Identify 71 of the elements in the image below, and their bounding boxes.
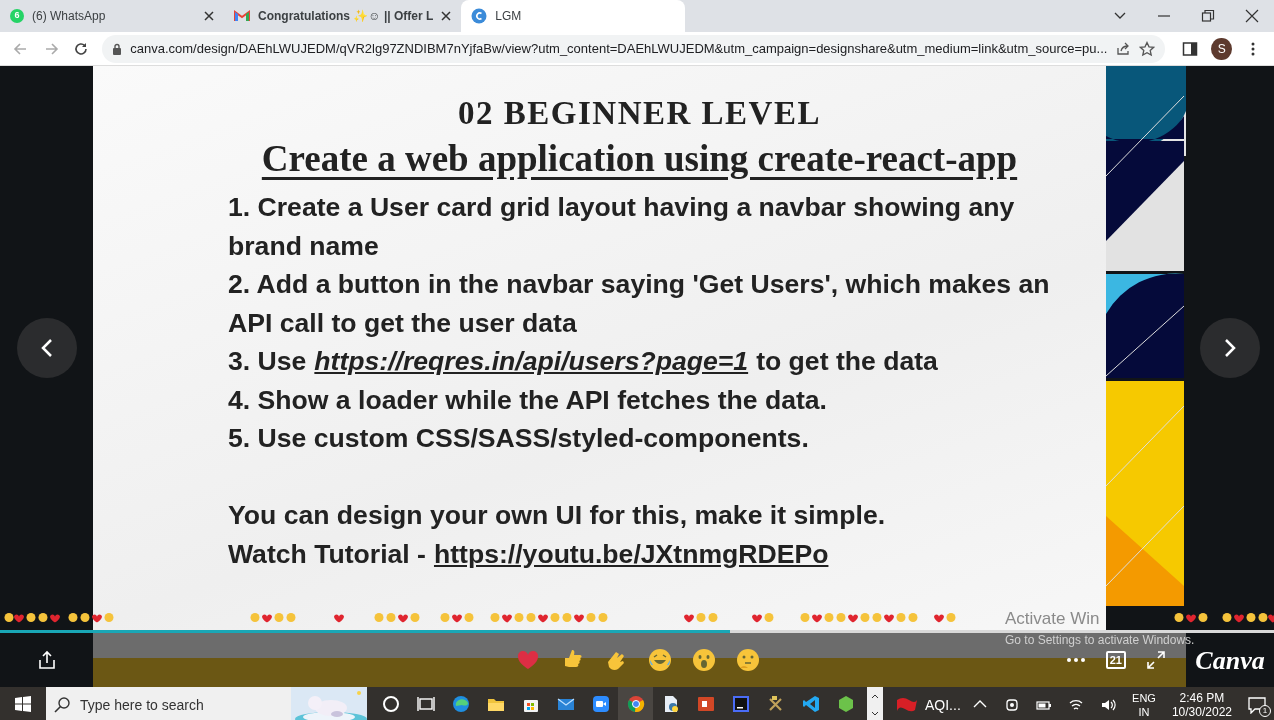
region-indicator[interactable]: IN xyxy=(1132,705,1156,719)
camera-icon[interactable] xyxy=(1004,697,1021,713)
chevron-down-icon xyxy=(871,711,879,716)
link[interactable]: https://youtu.be/JXtnmgRDEPo xyxy=(433,534,829,574)
list-item: 5. Use custom CSS/SASS/styled-components. xyxy=(228,422,810,456)
browser-tab[interactable]: LGM xyxy=(461,0,686,32)
share-icon[interactable] xyxy=(36,650,57,670)
windows-start-icon[interactable] xyxy=(15,696,31,712)
slide-title: Create a web application using create-react-app xyxy=(261,137,1018,181)
browser-icon[interactable] xyxy=(451,695,470,713)
flag-icon xyxy=(895,696,917,714)
tools-icon[interactable] xyxy=(766,695,785,713)
taskbar-scroll[interactable] xyxy=(867,687,883,720)
fullscreen-icon[interactable] xyxy=(1147,651,1165,669)
weather-text: AQI... xyxy=(925,695,961,715)
chat-icon: 6 xyxy=(10,9,24,23)
slides-icon[interactable] xyxy=(696,695,715,713)
close-icon[interactable] xyxy=(1245,9,1259,23)
browser-tab[interactable]: Congratulations ✨☺ || Offer L xyxy=(224,0,462,32)
more-icon[interactable] xyxy=(1066,658,1085,662)
reload-icon[interactable] xyxy=(73,40,90,57)
menu-icon[interactable] xyxy=(1250,40,1255,57)
search-icon xyxy=(54,697,70,713)
mail-icon xyxy=(234,10,250,22)
tab-title: Congratulations ✨☺ || Offer L xyxy=(258,8,434,25)
language-indicator[interactable]: ENG xyxy=(1132,691,1156,705)
activation-title: Activate Win xyxy=(1005,609,1101,628)
hexagon-icon[interactable] xyxy=(836,695,855,713)
video-camera-icon[interactable] xyxy=(591,695,610,713)
note-text: You can design your own UI for this, make it simple. xyxy=(228,499,887,533)
task-view-icon[interactable] xyxy=(416,695,435,713)
lock-icon xyxy=(112,42,123,55)
address-bar[interactable]: canva.com/design/DAEhLWUJEDM/qVR2lg97ZNDIBM7nYjfaBw/view?utm_content=DAEhLWUJEDM&utm_campaign=designshare&utm_medium=link&utm_source=pu... xyxy=(102,34,1166,63)
chevron-right-icon xyxy=(1224,338,1236,358)
circle-icon[interactable] xyxy=(381,695,400,713)
share-icon[interactable] xyxy=(1115,40,1132,57)
link[interactable]: https://reqres.in/api/users?page=1 xyxy=(314,342,749,381)
url-text: canva.com/design/DAEhLWUJEDM/qVR2lg97ZNDIBM7nYjfaBw/view?utm_content=DAEhLWUJEDM&utm_campaign=designshare&utm_medium=link&utm_source=pu... xyxy=(130,39,1108,58)
clock-time[interactable]: 2:46 PM xyxy=(1171,691,1232,705)
volume-icon[interactable] xyxy=(1100,697,1117,713)
tab-title: LGM xyxy=(495,8,523,25)
page-count[interactable]: 21 xyxy=(1105,651,1126,669)
search-field[interactable]: Type here to search xyxy=(78,693,278,717)
circle-logo-icon xyxy=(471,8,488,24)
surprised-face-icon[interactable] xyxy=(692,648,716,672)
slide-heading: 02 BEGINNER LEVEL xyxy=(457,94,822,133)
weather-widget[interactable]: AQI... xyxy=(895,694,961,716)
taskbar-search-box[interactable]: Type here to search xyxy=(46,687,367,720)
side-panel-icon[interactable] xyxy=(1182,40,1199,57)
restore-icon[interactable] xyxy=(1201,9,1215,23)
star-icon[interactable] xyxy=(1139,40,1156,57)
code-editor-icon[interactable] xyxy=(801,695,820,713)
notification-count: 1 xyxy=(1259,705,1271,717)
close-icon[interactable] xyxy=(441,11,452,21)
chevron-left-icon xyxy=(40,338,53,358)
close-icon[interactable] xyxy=(204,11,214,21)
profile-avatar[interactable]: S xyxy=(1211,37,1232,60)
thinking-face-icon[interactable] xyxy=(736,648,760,672)
list-item: 1. Create a User card grid layout having a navbar showing any brand name xyxy=(228,191,1016,263)
tab-title: (6) WhatsApp xyxy=(32,8,107,25)
browser-icon[interactable] xyxy=(626,695,645,713)
list-item-text: 3. Use xyxy=(228,345,307,379)
tutorial-label: Watch Tutorial - xyxy=(228,537,426,571)
browser-tab[interactable]: 6 (6) WhatsApp xyxy=(0,0,224,32)
list-item: 4. Show a loader while the API fetches the data. xyxy=(228,383,828,417)
chevron-up-icon xyxy=(871,694,879,699)
clock-date[interactable]: 10/30/2022 xyxy=(1171,705,1232,719)
list-item-text: to get the data xyxy=(756,345,938,379)
laughing-face-icon[interactable] xyxy=(648,648,672,672)
notification-icon[interactable] xyxy=(1248,696,1266,714)
code-editor-icon[interactable] xyxy=(731,695,750,713)
